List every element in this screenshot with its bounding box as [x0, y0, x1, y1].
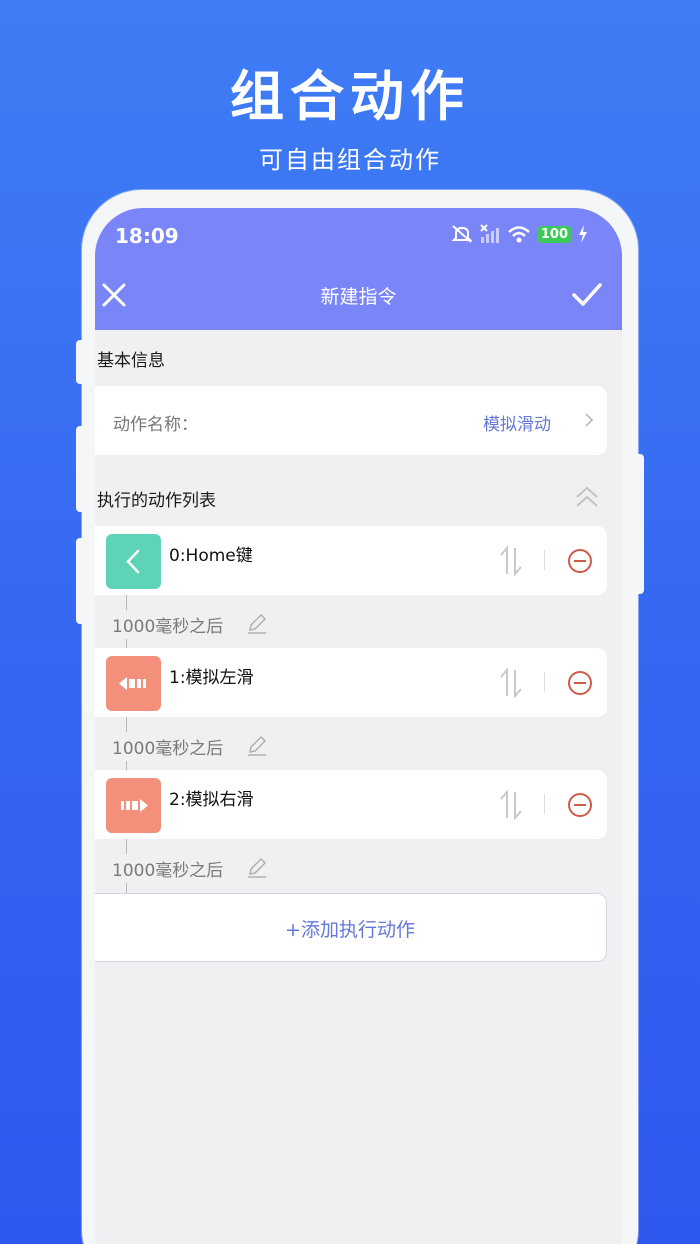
- action-label-1: 1:模拟左滑: [169, 668, 254, 688]
- battery-indicator: 100: [536, 225, 572, 243]
- add-action-button[interactable]: +添加执行动作: [95, 893, 607, 962]
- check-icon[interactable]: [572, 282, 602, 308]
- action-name-value: 模拟滑动: [483, 415, 551, 435]
- status-icons: 100: [451, 224, 588, 244]
- signal-icon: [480, 224, 499, 243]
- app-bar: 18:09 100 新建指令: [95, 208, 622, 330]
- phone-screen: 18:09 100 新建指令 基本信息 动作名称： 模拟滑动 执行的动作列表 0…: [95, 208, 622, 1244]
- remove-icon[interactable]: [567, 548, 593, 574]
- action-label-2: 2:模拟右滑: [169, 790, 254, 810]
- swipe-left-icon: [119, 677, 146, 690]
- delay-text-0: 1000毫秒之后: [112, 610, 224, 639]
- edit-pencil-icon[interactable]: [246, 734, 268, 756]
- sort-icon[interactable]: [499, 546, 523, 576]
- mute-bell-icon: [451, 225, 473, 243]
- delay-text-1: 1000毫秒之后: [112, 732, 224, 761]
- row-divider: [544, 550, 545, 570]
- promo-title: 组合动作: [230, 65, 470, 128]
- action-tile-0: [106, 534, 161, 589]
- swipe-right-icon: [121, 799, 148, 812]
- action-name-row[interactable]: 动作名称： 模拟滑动: [95, 386, 607, 455]
- action-tile-1: [106, 656, 161, 711]
- sort-icon[interactable]: [499, 790, 523, 820]
- row-divider: [544, 794, 545, 814]
- action-list-heading: 执行的动作列表: [97, 491, 216, 511]
- remove-icon[interactable]: [567, 670, 593, 696]
- action-tile-2: [106, 778, 161, 833]
- add-action-label: +添加执行动作: [285, 919, 415, 941]
- basic-info-heading: 基本信息: [97, 351, 165, 371]
- delay-text-2: 1000毫秒之后: [112, 854, 224, 883]
- wifi-icon: [508, 226, 530, 243]
- action-label-0: 0:Home键: [169, 546, 253, 566]
- remove-icon[interactable]: [567, 792, 593, 818]
- action-item-0[interactable]: 0:Home键: [95, 526, 607, 595]
- charging-icon: [579, 225, 587, 243]
- row-divider: [544, 672, 545, 692]
- edit-pencil-icon[interactable]: [246, 612, 268, 634]
- status-time: 18:09: [115, 224, 179, 248]
- collapse-chevrons-icon[interactable]: [574, 484, 600, 510]
- edit-pencil-icon[interactable]: [246, 856, 268, 878]
- promo-subtitle: 可自由组合动作: [259, 146, 441, 174]
- action-item-1[interactable]: 1:模拟左滑: [95, 648, 607, 717]
- action-item-2[interactable]: 2:模拟右滑: [95, 770, 607, 839]
- back-arrow-icon: [126, 549, 140, 574]
- action-name-label: 动作名称：: [113, 415, 198, 435]
- page-title: 新建指令: [320, 286, 397, 308]
- sort-icon[interactable]: [499, 668, 523, 698]
- chevron-right-icon: [585, 413, 594, 427]
